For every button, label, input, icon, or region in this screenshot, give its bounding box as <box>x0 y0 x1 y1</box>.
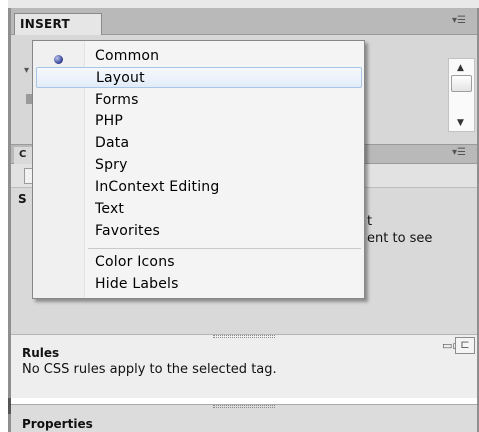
menu-item-label: Spry <box>95 157 128 173</box>
rules-resize-grip[interactable] <box>213 335 275 338</box>
menu-item-label: Common <box>95 48 160 64</box>
menu-item-layout[interactable]: Layout <box>36 67 362 88</box>
css-panel-options-icon[interactable]: ▾☰ <box>452 148 468 158</box>
menu-item-label: InContext Editing <box>95 179 220 195</box>
properties-resize-grip[interactable] <box>213 405 275 408</box>
scroll-thumb[interactable] <box>451 75 472 92</box>
css-summary-text: t <box>367 214 373 229</box>
scroll-down-arrow-icon[interactable]: ▼ <box>457 118 464 128</box>
menu-item-color-icons[interactable]: Color Icons <box>36 252 362 273</box>
properties-heading: Properties <box>22 417 93 431</box>
menu-separator <box>88 248 361 249</box>
menu-item-label: Color Icons <box>95 254 175 270</box>
scroll-up-arrow-icon[interactable]: ▲ <box>457 63 464 73</box>
menu-item-hide-labels[interactable]: Hide Labels <box>36 274 362 295</box>
menu-item-label: Layout <box>96 70 145 86</box>
panel-options-icon[interactable]: ▾☰ <box>452 16 468 26</box>
show-information-icon[interactable]: ▭▫ <box>442 339 460 352</box>
show-cascade-icon[interactable]: ⊏ <box>455 337 475 354</box>
menu-item-label: Data <box>95 135 130 151</box>
rules-message: No CSS rules apply to the selected tag. <box>22 362 277 377</box>
menu-item-incontext-editing[interactable]: InContext Editing <box>36 177 362 198</box>
css-summary-text: ent to see <box>367 231 433 246</box>
menu-item-forms[interactable]: Forms <box>36 90 362 111</box>
insert-tab[interactable]: INSERT <box>14 13 102 35</box>
menu-item-label: Favorites <box>95 223 161 239</box>
menu-item-favorites[interactable]: Favorites <box>36 221 362 242</box>
menu-item-text[interactable]: Text <box>36 199 362 220</box>
menu-item-php[interactable]: PHP <box>36 111 362 132</box>
top-strip <box>8 0 479 8</box>
menu-item-data[interactable]: Data <box>36 133 362 154</box>
menu-item-spry[interactable]: Spry <box>36 155 362 176</box>
menu-item-label: Forms <box>95 92 139 108</box>
menu-item-common[interactable]: Common <box>36 46 362 67</box>
menu-item-label: Text <box>95 201 125 217</box>
menu-item-label: Hide Labels <box>95 276 179 292</box>
rules-heading: Rules <box>22 346 60 360</box>
menu-item-label: PHP <box>95 113 124 129</box>
css-summary-heading: S <box>18 192 27 206</box>
